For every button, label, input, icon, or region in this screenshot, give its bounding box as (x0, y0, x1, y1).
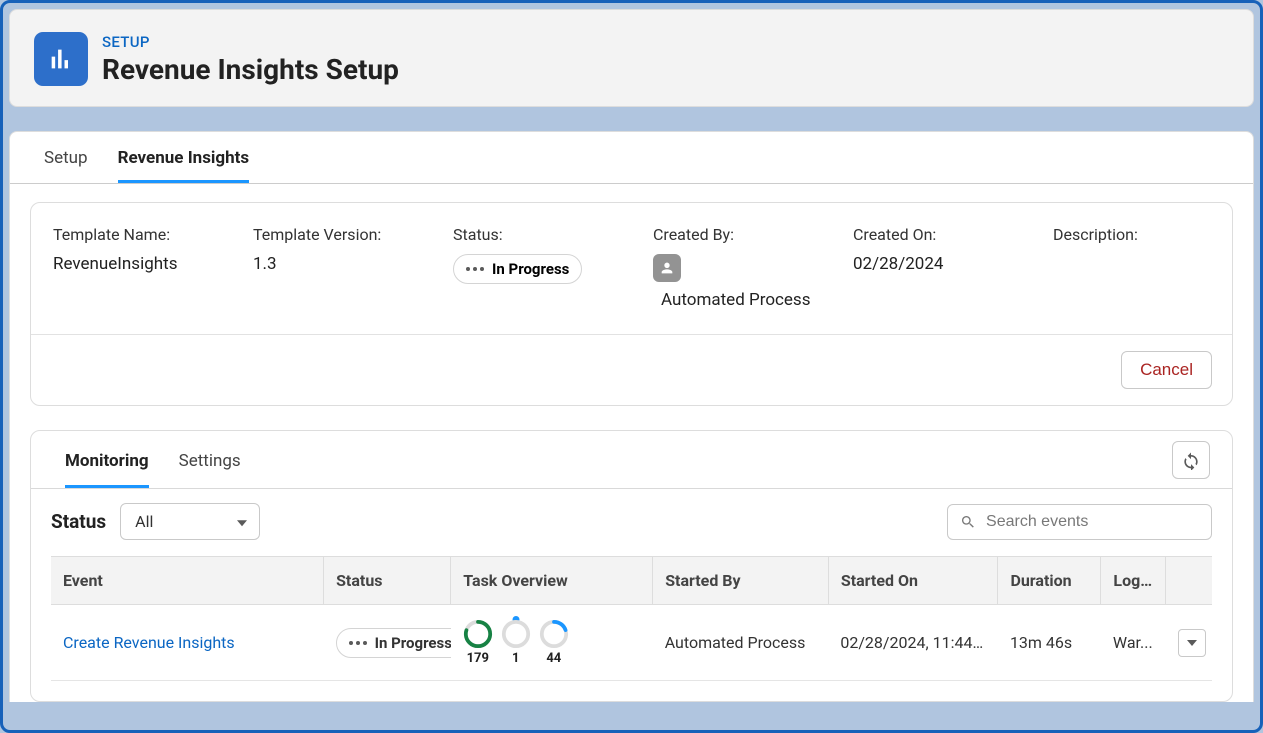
template-details-card: Template Name: RevenueInsights Template … (30, 202, 1233, 406)
created-on-value: 02/28/2024 (853, 254, 1053, 274)
row-status-badge: In Progress (336, 628, 451, 658)
avatar-icon (653, 254, 681, 282)
breadcrumb-setup[interactable]: SETUP (102, 33, 399, 51)
status-filter-select[interactable]: All (120, 503, 260, 540)
template-name-label: Template Name: (53, 225, 253, 244)
main-panel: Setup Revenue Insights Template Name: Re… (9, 131, 1254, 702)
col-started-by[interactable]: Started By (653, 557, 829, 605)
status-badge: In Progress (453, 254, 582, 284)
status-label: Status: (453, 225, 653, 244)
chart-icon (34, 32, 88, 86)
col-started-on[interactable]: Started On (828, 557, 998, 605)
col-task-overview[interactable]: Task Overview (451, 557, 653, 605)
row-status-text: In Progress (375, 634, 451, 652)
status-text: In Progress (492, 260, 569, 278)
monitoring-card: Monitoring Settings Status All (30, 430, 1233, 702)
ring-running: 1 (501, 619, 531, 666)
template-name-value: RevenueInsights (53, 254, 253, 274)
main-tabs: Setup Revenue Insights (10, 132, 1253, 184)
table-row: Create Revenue Insights In Progress (51, 605, 1212, 681)
ellipsis-icon (349, 641, 367, 645)
cancel-button[interactable]: Cancel (1121, 351, 1212, 389)
event-link[interactable]: Create Revenue Insights (63, 633, 235, 652)
search-events[interactable] (947, 504, 1212, 540)
template-version-label: Template Version: (253, 225, 453, 244)
col-status[interactable]: Status (324, 557, 451, 605)
col-log[interactable]: Log... (1101, 557, 1166, 605)
page-title: Revenue Insights Setup (102, 53, 399, 86)
ring-pending: 44 (539, 619, 569, 666)
col-actions (1166, 557, 1212, 605)
col-duration[interactable]: Duration (998, 557, 1101, 605)
status-filter-value: All (135, 512, 153, 531)
row-started-by: Automated Process (653, 605, 829, 681)
ellipsis-icon (466, 267, 484, 271)
tab-setup[interactable]: Setup (44, 132, 88, 183)
col-event[interactable]: Event (51, 557, 324, 605)
row-actions-button[interactable] (1178, 629, 1206, 657)
search-input[interactable] (986, 513, 1199, 531)
status-filter-label: Status (51, 510, 106, 533)
tab-settings[interactable]: Settings (179, 431, 241, 488)
search-icon (960, 513, 976, 531)
refresh-icon (1181, 450, 1201, 470)
template-version-value: 1.3 (253, 254, 453, 274)
row-log: War... (1101, 605, 1166, 681)
events-table: Event Status Task Overview Started By St… (51, 556, 1212, 681)
created-by-value: Automated Process (661, 290, 853, 310)
refresh-button[interactable] (1172, 441, 1210, 479)
page-header: SETUP Revenue Insights Setup (9, 9, 1254, 107)
row-started-on: 02/28/2024, 11:44 ... (828, 605, 998, 681)
row-duration: 13m 46s (998, 605, 1101, 681)
ring-success: 179 (463, 619, 493, 666)
created-on-label: Created On: (853, 225, 1053, 244)
created-by-label: Created By: (653, 225, 853, 244)
description-label: Description: (1053, 225, 1210, 244)
tab-monitoring[interactable]: Monitoring (65, 431, 149, 488)
task-overview-cell: 179 1 (463, 619, 641, 666)
tab-revenue-insights[interactable]: Revenue Insights (118, 132, 250, 183)
